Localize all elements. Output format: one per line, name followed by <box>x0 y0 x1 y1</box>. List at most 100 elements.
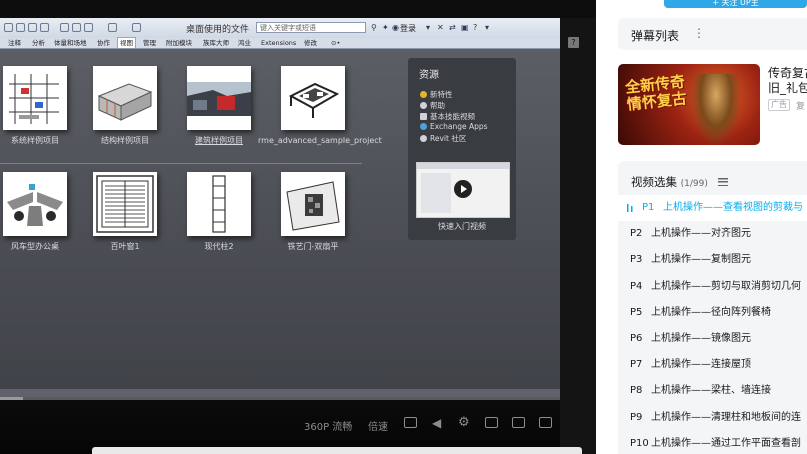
ribbon-tab: 注释 <box>8 39 21 47</box>
login-label: 登录 <box>400 24 416 33</box>
playlist-item-title: 上机操作——复制图元 <box>651 254 751 266</box>
playlist-item-title: 上机操作——剪切与取消剪切几何 <box>651 280 801 292</box>
dropdown-icon: ▾ <box>426 23 431 32</box>
community-icon <box>420 135 427 142</box>
thumbnail-label: 铁艺门-双扇平 <box>287 242 339 251</box>
playlist-count: (1/99) <box>680 179 708 189</box>
resource-link-help: 帮助 <box>420 100 445 111</box>
quality-button[interactable]: 360P 流畅 <box>304 418 352 433</box>
playlist-item[interactable]: P5 上机操作——径向阵列餐椅 <box>618 300 807 326</box>
ad-card[interactable]: 全新传奇 情怀复古 传奇复古旧_礼包 广告 复 <box>618 64 807 146</box>
playlist-item-number: P4 <box>630 280 643 292</box>
measure-icon <box>40 23 49 32</box>
danmaku-list-title: 弹幕列表 <box>631 29 680 43</box>
more-options-icon[interactable]: ⋮ <box>693 26 705 40</box>
exchange-icon: ⇄ <box>449 23 456 32</box>
ribbon-tab-active: 视图 <box>117 37 136 48</box>
follow-button[interactable]: + 关注 UP主 <box>664 0 807 8</box>
ribbon-tab: Extensions <box>261 39 297 47</box>
redo-icon <box>28 23 37 32</box>
resource-link-community: Revit 社区 <box>420 133 466 144</box>
structure-model-icon <box>93 66 157 130</box>
playlist-item-number: P6 <box>630 333 643 344</box>
pip-icon[interactable] <box>485 417 498 428</box>
danmaku-input-bar[interactable] <box>92 447 582 454</box>
ribbon-tab: 鸿业 <box>238 39 251 47</box>
playlist-item[interactable]: P6 上机操作——镜像图元 <box>618 326 807 352</box>
mep-model-icon <box>281 66 345 130</box>
building-render-icon <box>187 66 251 130</box>
video-player[interactable]: 桌面使用的文件 键入关键字或短语 ⚲ ✦ ◉ 登录 ▾ ✕ ⇄ ▣ ? ▾ 注释… <box>0 0 596 454</box>
playlist-header: 视频选集 (1/99) <box>631 174 728 190</box>
ribbon-tab: 分析 <box>32 39 45 47</box>
widescreen-icon[interactable] <box>512 417 525 428</box>
quick-start-video-thumbnail <box>416 162 510 218</box>
playlist-item-title: 上机操作——连接屋顶 <box>651 359 751 371</box>
ad-title[interactable]: 传奇复古旧_礼包 <box>768 66 807 96</box>
ad-extra-text: 复 <box>796 102 806 112</box>
speed-button[interactable]: 倍速 <box>368 418 388 433</box>
ribbon-tab: 修改 <box>304 39 317 47</box>
resources-title: 资源 <box>419 70 439 81</box>
exchange-apps-icon <box>420 123 427 130</box>
playlist-item-number: P9 <box>630 411 643 423</box>
playlist-item[interactable]: P8 上机操作——梁柱、墙连接 <box>618 378 807 404</box>
playlist-item[interactable]: P4 上机操作——剪切与取消剪切几何 <box>618 274 807 300</box>
section-icon <box>84 23 93 32</box>
playlist-item-number: P8 <box>630 385 643 397</box>
save-icon <box>4 23 13 32</box>
playlist-item-title: 上机操作——镜像图元 <box>651 333 751 344</box>
ribbon-tab: 附加模块 <box>166 39 192 47</box>
settings-icon[interactable]: ⚙ <box>458 415 470 430</box>
resources-panel: 资源 新特性 帮助 基本技能视频 Exchange Apps Revit 社区 … <box>408 58 516 240</box>
video-icon <box>420 113 427 120</box>
playlist-item-number: P5 <box>630 306 643 318</box>
now-playing-icon <box>627 204 633 212</box>
player-side-bar <box>560 18 596 454</box>
playlist-item-title: 上机操作——查看视图的剪裁与 <box>663 202 803 213</box>
playlist-item[interactable]: P10 上机操作——通过工作平面查看剖 <box>618 431 807 454</box>
revit-ribbon-tabs: 注释 分析 体量和场地 协作 视图 管理 附加模块 族库大师 鸿业 Extens… <box>0 37 560 49</box>
playlist-item[interactable]: P2 上机操作——对齐图元 <box>618 221 807 247</box>
subtitle-icon[interactable] <box>404 417 417 428</box>
text-icon <box>60 23 69 32</box>
ad-image-text: 全新传奇 情怀复古 <box>624 72 688 114</box>
playlist-item-title: 上机操作——清理柱和地板间的连 <box>651 411 801 423</box>
ad-thumbnail[interactable]: 全新传奇 情怀复古 <box>618 64 760 145</box>
help-icon <box>420 102 427 109</box>
playlist-item-number: P2 <box>630 228 643 240</box>
search-icon: ⚲ <box>371 23 377 32</box>
louver-icon <box>93 172 157 236</box>
playlist-item-number: P7 <box>630 359 643 371</box>
ad-badge: 广告 <box>768 99 790 111</box>
playlist-item[interactable]: P9 上机操作——清理柱和地板间的连 <box>618 405 807 431</box>
danmaku-list-header[interactable]: 弹幕列表 ⋮ <box>618 18 807 50</box>
resource-link-new-features: 新特性 <box>420 89 453 100</box>
resource-link-exchange: Exchange Apps <box>420 122 488 131</box>
column-icon <box>187 172 251 236</box>
playlist-item[interactable]: P7 上机操作——连接屋顶 <box>618 352 807 378</box>
close-icon: ✕ <box>437 23 444 32</box>
help-circle-icon: ? <box>473 23 478 32</box>
thumbnail-label: rme_advanced_sample_project <box>258 136 382 145</box>
help-icon: ? <box>568 37 579 48</box>
web-fullscreen-icon[interactable] <box>539 417 552 428</box>
list-view-icon[interactable] <box>717 178 728 186</box>
playlist-item[interactable]: P3 上机操作——复制图元 <box>618 247 807 273</box>
player-controls: 360P 流畅 倍速 ◀ ⚙ ⛶ <box>0 400 596 454</box>
revit-search-input: 键入关键字或短语 <box>256 22 366 33</box>
playlist-item-number: P1 <box>642 202 655 213</box>
ribbon-tab: 体量和场地 <box>54 39 87 47</box>
playlist-item-title: 上机操作——径向阵列餐椅 <box>651 306 771 318</box>
ribbon-tab: 协作 <box>97 39 110 47</box>
3d-view-icon <box>72 23 81 32</box>
play-icon <box>454 180 472 198</box>
revit-title-bar: 桌面使用的文件 键入关键字或短语 ⚲ ✦ ◉ 登录 ▾ ✕ ⇄ ▣ ? ▾ <box>0 18 560 39</box>
revit-start-page: 系统样例项目 结构样例项目 建筑样例项目 rme_advanced_sample… <box>0 49 560 389</box>
account-icon: ▣ <box>461 23 469 32</box>
playlist-item-active[interactable]: P1 上机操作——查看视图的剪裁与 <box>618 195 807 221</box>
playlist-item-title: 上机操作——梁柱、墙连接 <box>651 385 771 397</box>
volume-icon[interactable]: ◀ <box>432 416 441 430</box>
playlist-item-number: P10 <box>630 437 649 449</box>
ribbon-tab: 族库大师 <box>203 39 229 47</box>
